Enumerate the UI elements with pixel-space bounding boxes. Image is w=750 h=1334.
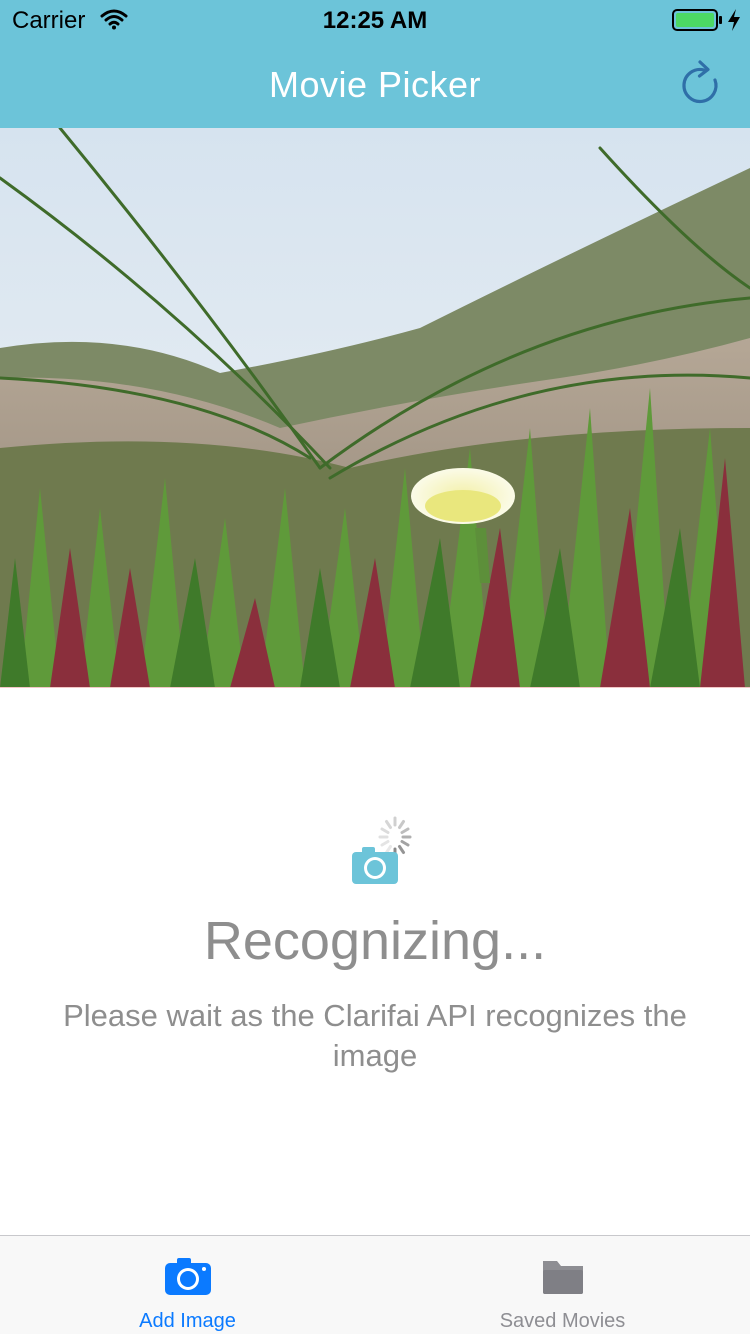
screen: Carrier 12:25 AM Movie Picker Recognizin…: [0, 0, 750, 1334]
camera-icon: [164, 1258, 211, 1295]
header: Carrier 12:25 AM Movie Picker: [0, 0, 750, 128]
status-bar: Carrier 12:25 AM: [0, 0, 750, 40]
tab-label-add-image: Add Image: [139, 1310, 236, 1332]
tab-saved-movies[interactable]: Saved Movies: [375, 1236, 750, 1334]
tab-bar: Add Image Saved Movies: [0, 1235, 750, 1334]
charging-bolt-icon: [728, 9, 740, 31]
photo-image: [0, 128, 750, 687]
refresh-button[interactable]: [676, 58, 724, 108]
nav-title: Movie Picker: [268, 64, 482, 105]
recognizing-title: Recognizing...: [203, 911, 547, 971]
clock: 12:25 AM: [322, 7, 428, 34]
recognition-panel: Recognizing... Please wait as the Clarif…: [0, 688, 750, 1234]
selected-photo: [0, 128, 750, 688]
nav-bar: Movie Picker: [0, 40, 750, 128]
tab-add-image[interactable]: Add Image: [0, 1236, 375, 1334]
battery-icon: [672, 9, 722, 31]
camera-icon: [352, 816, 412, 884]
tab-label-saved-movies: Saved Movies: [499, 1310, 626, 1332]
refresh-icon: [682, 60, 718, 104]
recognizing-message: Please wait as the Clarifai API recogniz…: [63, 998, 687, 1073]
folder-icon: [542, 1261, 583, 1294]
